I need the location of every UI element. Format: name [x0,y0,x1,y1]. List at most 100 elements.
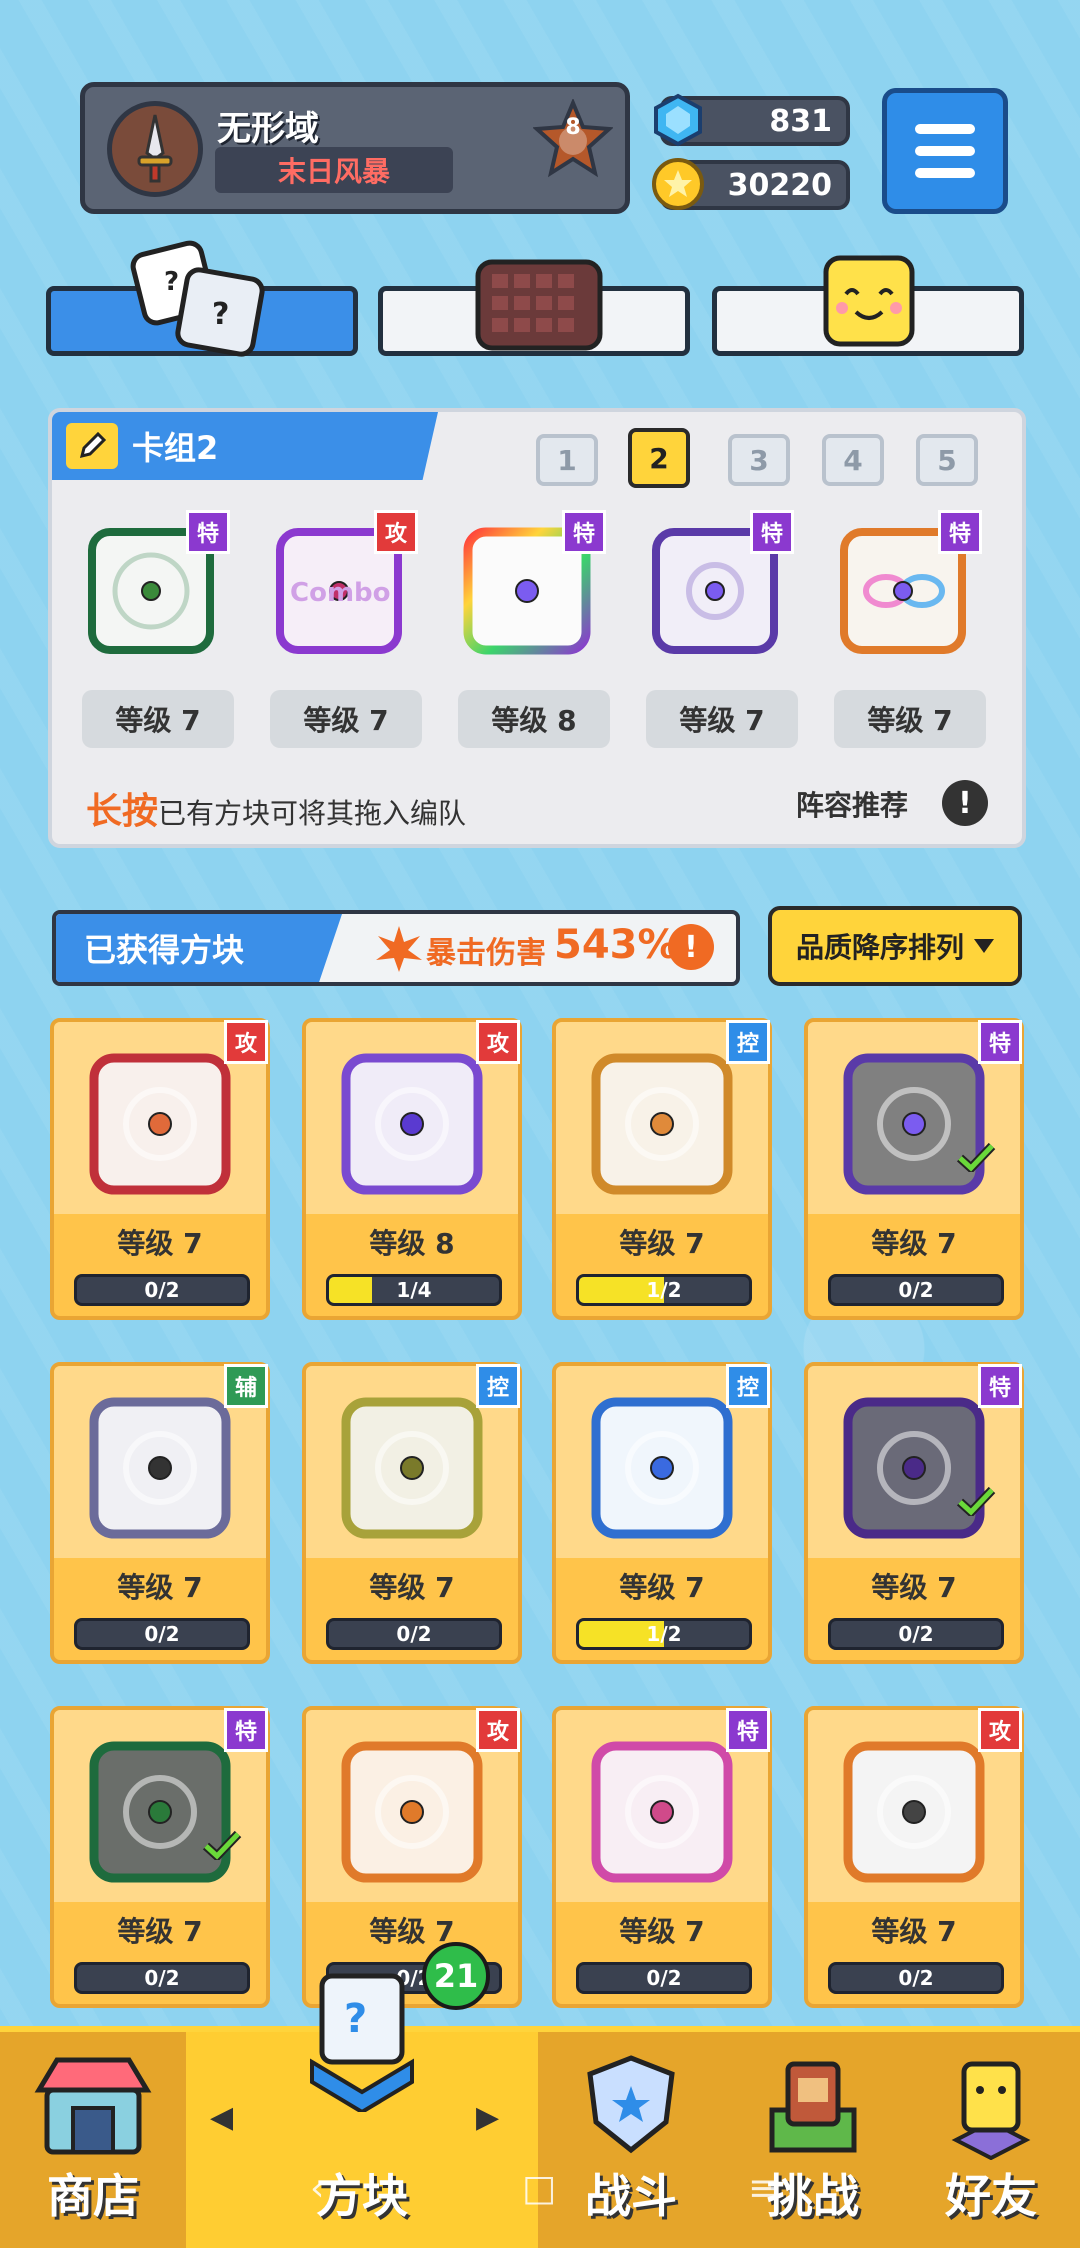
inventory-card[interactable]: 特等级 7 0/2 [804,1018,1024,1320]
card-level: 等级 7 [871,1227,957,1260]
card-progress-bar: 0/2 [326,1618,502,1650]
nav-label: 方块 [316,2169,408,2223]
deck-slot-level: 等级 7 [646,690,798,748]
inventory-card[interactable]: 特等级 7 0/2 [50,1706,270,2008]
card-progress-bar: 0/2 [576,1962,752,1994]
info-icon[interactable]: ! [942,780,988,826]
card-level: 等级 7 [117,1915,203,1948]
nav-label: 好友 [945,2169,1037,2223]
card-progress-text: 0/2 [396,1622,432,1646]
card-progress-text: 1/2 [646,1278,682,1302]
deck-slot[interactable]: 特 [642,510,794,662]
dice-icon [843,1397,985,1539]
inventory-card[interactable]: 控等级 7 1/2 [552,1018,772,1320]
svg-text:?: ? [212,297,229,332]
system-back-icon[interactable]: ‹ [310,2168,324,2209]
card-progress-text: 0/2 [144,1966,180,1990]
crit-info-icon[interactable]: ! [668,924,714,970]
nav-battle[interactable]: 战斗 [538,2032,724,2248]
bottom-nav: 商店 ? 方块 战斗 挑战 好友 [0,1973,1080,2248]
crit-burst-icon [376,926,422,972]
prev-arrow-icon[interactable]: ◀ [210,2100,233,2135]
card-level: 等级 7 [619,1571,705,1604]
inventory-card[interactable]: 攻等级 8 1/4 [302,1018,522,1320]
svg-text:?: ? [344,1996,367,2042]
inventory-card[interactable]: 攻等级 7 0/2 [50,1018,270,1320]
card-progress-text: 0/2 [898,1966,934,1990]
nav-label: 商店 [47,2169,139,2223]
rank-number: 8 [565,115,581,140]
dice-icon [341,1397,483,1539]
dice-icon [843,1053,985,1195]
deck-tab-2[interactable]: 2 [628,428,690,488]
smiley-icon [823,255,915,347]
deck-tab-4[interactable]: 4 [822,434,884,486]
system-home-icon[interactable]: □ [522,2168,556,2209]
system-recent-icon[interactable]: ≡ [748,2168,778,2209]
card-progress-text: 0/2 [144,1278,180,1302]
inventory-card[interactable]: 特等级 7 0/2 [552,1706,772,2008]
sort-label: 品质降序排列 [795,931,964,964]
deck-slot-tag: 特 [186,510,230,554]
card-progress-bar: 1/2 [576,1274,752,1306]
dice-icon [591,1397,733,1539]
deck-slot[interactable]: 特 [830,510,982,662]
deck-tab-3[interactable]: 3 [728,434,790,486]
deck-slot[interactable]: 特 [78,510,230,662]
next-arrow-icon[interactable]: ▶ [476,2100,499,2135]
deck-slot-tag: 特 [750,510,794,554]
card-tag: 攻 [224,1020,268,1064]
card-tag: 特 [978,1364,1022,1408]
deck-slot-level: 等级 7 [270,690,422,748]
nav-friends[interactable]: 好友 [902,2032,1080,2248]
dice-icon [341,1741,483,1883]
card-progress-bar: 1/2 [576,1618,752,1650]
nav-challenge[interactable]: 挑战 [724,2032,902,2248]
svg-text:?: ? [164,267,179,297]
friend-cube-icon [951,2061,1031,2160]
recommend-label[interactable]: 阵容推荐 [796,784,908,824]
profile-card[interactable]: 无形域 末日风暴 8 [80,82,630,214]
pencil-icon[interactable] [66,423,118,469]
inventory-card[interactable]: 攻等级 7 0/2 [804,1706,1024,2008]
sort-button[interactable]: 品质降序排列 [768,906,1022,986]
card-progress-bar: 0/2 [828,1274,1004,1306]
card-progress-text: 0/2 [898,1278,934,1302]
deck-slot[interactable]: Combo 攻 [266,510,418,662]
nav-shop[interactable]: 商店 [0,2032,186,2248]
dice-icon [843,1741,985,1883]
player-title: 末日风暴 [215,147,453,193]
card-progress-text: 0/2 [646,1966,682,1990]
inventory-card[interactable]: 控等级 7 1/2 [552,1362,772,1664]
inventory-card[interactable]: 控等级 7 0/2 [302,1362,522,1664]
inventory-card[interactable]: 辅等级 7 0/2 [50,1362,270,1664]
equipped-check-icon [956,1486,996,1516]
shop-icon [34,2057,152,2155]
deck-slot-tag: 攻 [374,510,418,554]
deck-title-bar[interactable]: 卡组2 [52,412,438,480]
nav-dice[interactable]: ? 方块 [186,1973,538,2248]
deck-tab-1[interactable]: 1 [536,434,598,486]
dice-icon [89,1053,231,1195]
deck-slot[interactable]: 特 [454,510,606,662]
menu-button[interactable] [882,88,1008,214]
coin-icon [652,158,704,210]
combo-text: Combo [290,578,391,608]
card-progress-bar: 0/2 [74,1618,250,1650]
crit-value: 543% [554,922,678,968]
gem-count: 831 [769,103,832,139]
card-level: 等级 7 [871,1915,957,1948]
deck-slot-level: 等级 7 [82,690,234,748]
card-tag: 特 [726,1708,770,1752]
deck-tab-5[interactable]: 5 [916,434,978,486]
card-tag: 攻 [476,1020,520,1064]
card-tag: 控 [726,1020,770,1064]
player-name: 无形域 [217,109,319,149]
dice-icon [89,1741,231,1883]
deck-slot-level: 等级 7 [834,690,986,748]
inventory-card[interactable]: 特等级 7 0/2 [804,1362,1024,1664]
gem-icon [654,93,702,147]
card-progress-text: 0/2 [898,1622,934,1646]
card-tag: 特 [978,1020,1022,1064]
card-level: 等级 7 [619,1915,705,1948]
